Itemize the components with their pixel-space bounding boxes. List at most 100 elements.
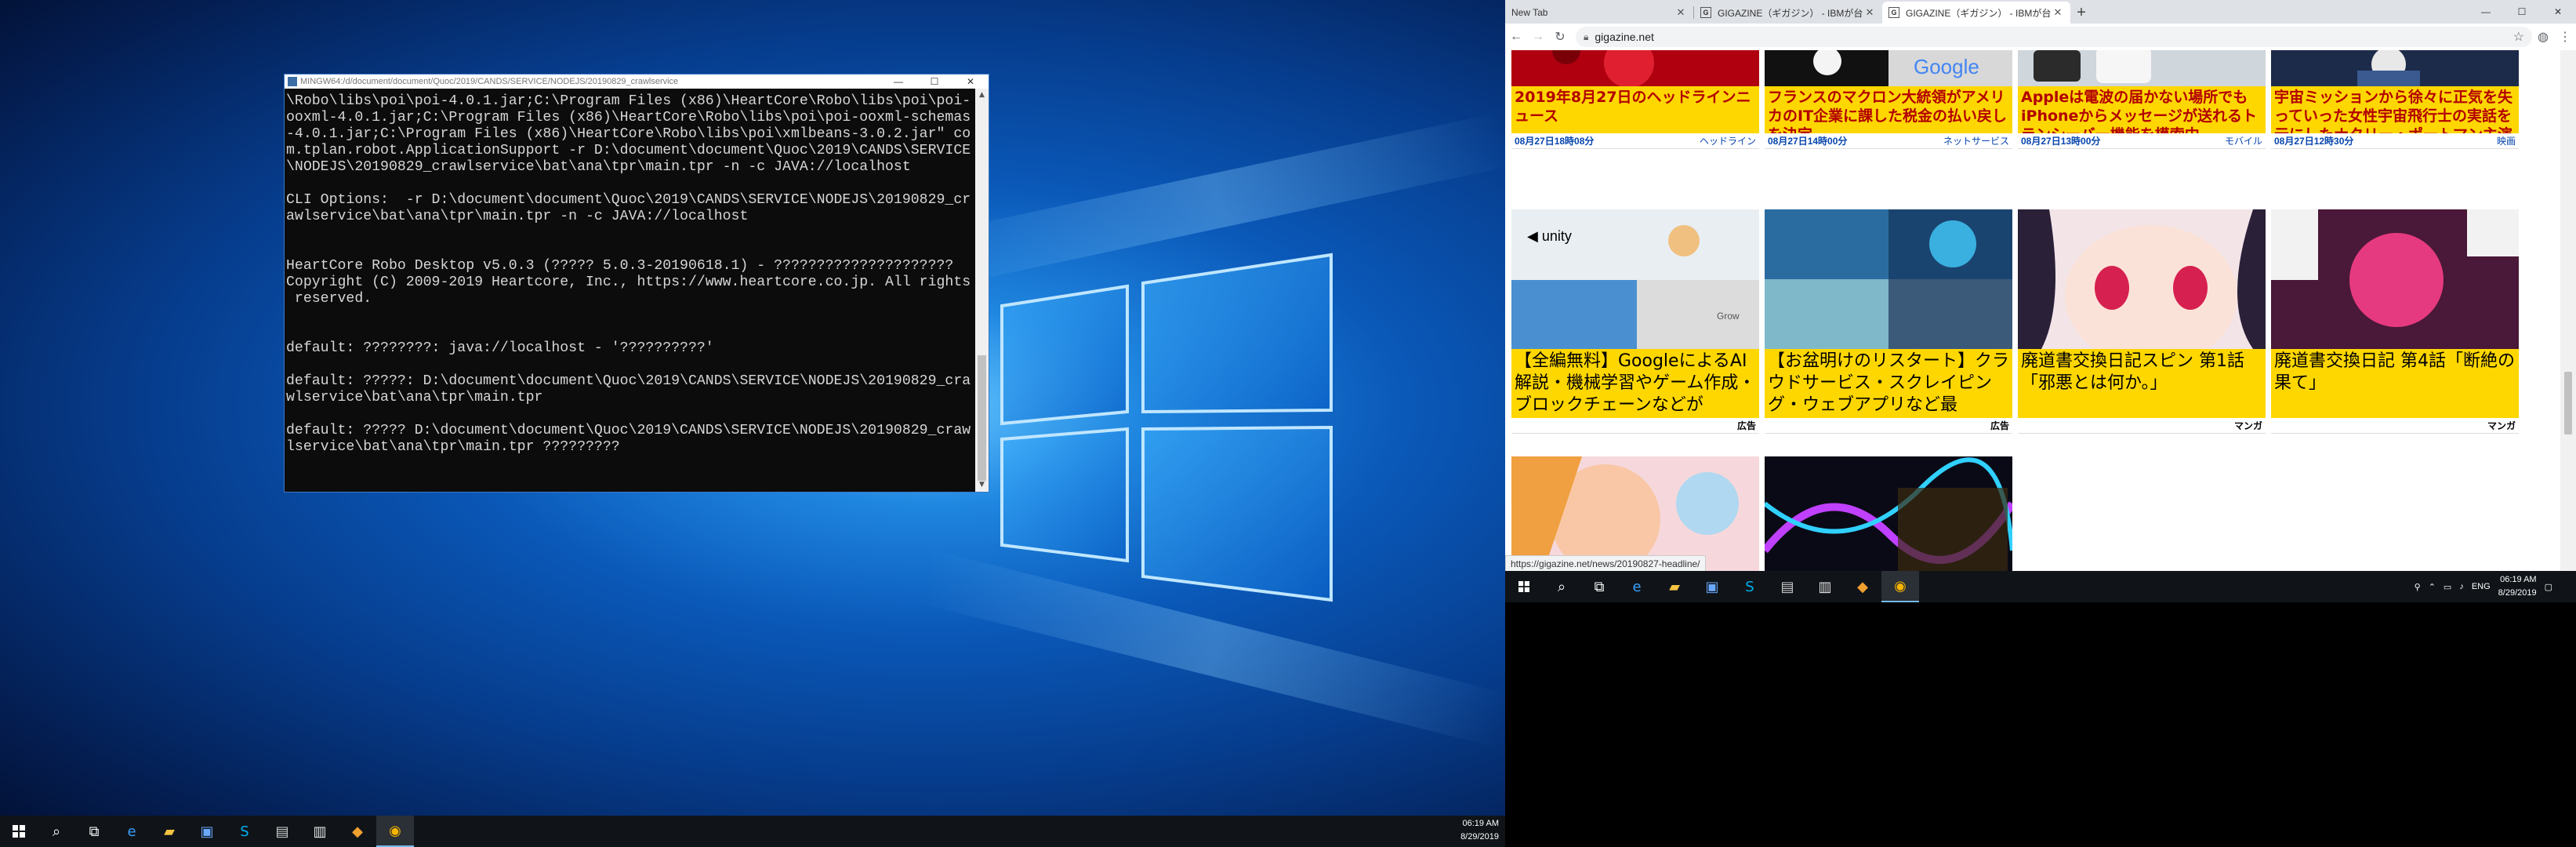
file-explorer-icon[interactable]: ▰ xyxy=(151,816,188,847)
article-card[interactable]: 2019年8月27日のヘッドラインニュース 08月27日18時08分 ヘッドライ… xyxy=(1511,50,1759,185)
taskbar-clock[interactable]: 06:19 AM 8/29/2019 xyxy=(1460,817,1499,844)
article-date: 08月27日13時00分 xyxy=(2021,136,2101,147)
browser-window[interactable]: New Tab ✕ G GIGAZINE（ギガジン） - IBMが台 ✕ G G… xyxy=(1505,0,2576,571)
file-explorer-icon[interactable]: ▰ xyxy=(1656,571,1693,602)
article-title[interactable]: 2019年8月27日のヘッドラインニュース xyxy=(1511,86,1759,133)
article-title[interactable]: フランスのマクロン大統領がアメリカのIT企業に課した税金の払い戻しを決定 xyxy=(1765,86,2012,133)
input-language[interactable]: ENG xyxy=(2472,582,2491,591)
close-button[interactable]: ✕ xyxy=(2540,0,2576,24)
article-category[interactable]: ヘッドライン xyxy=(1700,134,1756,147)
sourcetree-icon[interactable]: ◆ xyxy=(339,816,376,847)
left-desktop: MINGW64:/d/document/document/Quoc/2019/C… xyxy=(0,0,1505,847)
article-category[interactable]: 広告 xyxy=(1737,419,1756,432)
address-bar[interactable]: 🔒︎ gigazine.net ☆ xyxy=(1576,27,2532,47)
article-category[interactable]: マンガ xyxy=(2487,419,2516,432)
article-title[interactable]: 【お盆明けのリスタート】クラウドサービス・スクレイピング・ウェブアプリなど最 xyxy=(1765,349,2012,418)
url-text: gigazine.net xyxy=(1595,31,1654,43)
maximize-button[interactable]: ☐ xyxy=(2504,0,2540,24)
network-icon[interactable]: ▭ xyxy=(2444,582,2451,592)
app-icon[interactable]: ▣ xyxy=(188,816,226,847)
article-card[interactable]: 廃道書交換日記 第4話「断絶の果て」 マンガ xyxy=(2271,209,2519,437)
terminal-window[interactable]: MINGW64:/d/document/document/Quoc/2019/C… xyxy=(284,74,989,493)
task-view-icon[interactable]: ⧉ xyxy=(1580,571,1618,602)
article-card[interactable]: 廃道書交換日記スピン 第1話「邪悪とは何か。」 マンガ xyxy=(2018,209,2266,437)
account-icon[interactable]: ◍ xyxy=(2532,29,2554,45)
tab-gigazine-active[interactable]: G GIGAZINE（ギガジン） - IBMが台 ✕ xyxy=(1882,2,2070,24)
edge-icon[interactable]: e xyxy=(1618,571,1656,602)
tab-label: GIGAZINE（ギガジン） - IBMが台 xyxy=(1906,7,2052,19)
minimize-button[interactable]: — xyxy=(880,75,916,89)
minimize-button[interactable]: — xyxy=(2468,0,2504,24)
notification-icon[interactable]: ▢ xyxy=(2545,582,2552,592)
back-icon[interactable]: ← xyxy=(1505,30,1527,44)
task-view-icon[interactable]: ⧉ xyxy=(75,816,113,847)
article-category[interactable]: モバイル xyxy=(2225,134,2262,147)
taskbar-clock[interactable]: 06:19 AM 8/29/2019 xyxy=(2498,573,2537,600)
tab-gigazine[interactable]: G GIGAZINE（ギガジン） - IBMが台 ✕ xyxy=(1694,2,1882,24)
app-icon[interactable]: ▤ xyxy=(1769,571,1806,602)
search-icon[interactable]: ⌕ xyxy=(38,816,75,847)
edge-icon[interactable]: e xyxy=(113,816,151,847)
tab-new-tab[interactable]: New Tab ✕ xyxy=(1505,2,1693,24)
scroll-thumb[interactable] xyxy=(2564,372,2572,434)
start-button[interactable] xyxy=(0,816,38,847)
terminal-scrollbar[interactable]: ▲ ▼ xyxy=(975,89,989,492)
article-title[interactable]: 廃道書交換日記スピン 第1話「邪悪とは何か。」 xyxy=(2018,349,2266,418)
article-title[interactable]: 【全編無料】GoogleによるAI解説・機械学習やゲーム作成・ブロックチェーンな… xyxy=(1511,349,1759,418)
article-category[interactable]: マンガ xyxy=(2234,419,2262,432)
article-card[interactable]: Google フランスのマクロン大統領がアメリカのIT企業に課した税金の払い戻し… xyxy=(1765,50,2012,185)
article-card[interactable]: Appleは電波の届かない場所でもiPhoneからメッセージが送れるトランシーバ… xyxy=(2018,50,2266,185)
windows-logo xyxy=(1000,253,1333,602)
menu-icon[interactable]: ⋮ xyxy=(2554,29,2576,45)
article-card[interactable]: 宇宙ミッションから徐々に正気を失っていった女性宇宙飛行士の実話を元にしたナタリー… xyxy=(2271,50,2519,185)
svg-text:◀ unity: ◀ unity xyxy=(1527,228,1572,244)
close-tab-icon[interactable]: ✕ xyxy=(2052,6,2064,19)
app-icon[interactable]: ▣ xyxy=(1693,571,1731,602)
article-category[interactable]: 広告 xyxy=(1990,419,2009,432)
terminal-line: \NODEJS\20190829_crawlservice\bat\ana\tp… xyxy=(286,159,911,175)
scroll-thumb[interactable] xyxy=(978,355,986,481)
tab-strip: New Tab ✕ G GIGAZINE（ギガジン） - IBMが台 ✕ G G… xyxy=(1505,0,2576,24)
new-tab-button[interactable]: + xyxy=(2070,2,2092,24)
article-category[interactable]: ネットサービス xyxy=(1943,134,2009,147)
scroll-up-icon[interactable]: ▲ xyxy=(975,89,989,102)
search-icon[interactable]: ⌕ xyxy=(1543,571,1580,602)
people-icon[interactable]: ⚲ xyxy=(2415,582,2421,592)
article-title[interactable]: Appleは電波の届かない場所でもiPhoneからメッセージが送れるトランシーバ… xyxy=(2018,86,2266,133)
maximize-button[interactable]: ☐ xyxy=(916,75,952,89)
start-button[interactable] xyxy=(1505,571,1543,602)
chrome-icon[interactable]: ◉ xyxy=(376,816,414,847)
ad-card[interactable]: ◀ unity Grow 【全編無料】GoogleによるAI解説・機械学習やゲーム… xyxy=(1511,209,1759,437)
close-tab-icon[interactable]: ✕ xyxy=(1674,6,1687,19)
skype-icon[interactable]: S xyxy=(1731,571,1769,602)
sourcetree-icon[interactable]: ◆ xyxy=(1844,571,1881,602)
terminal-output[interactable]: \Robo\libs\poi\poi-4.0.1.jar;C:\Program … xyxy=(285,89,975,492)
reload-icon[interactable]: ↻ xyxy=(1549,29,1571,45)
article-category[interactable]: 映画 xyxy=(2497,134,2516,147)
show-hidden-icons-chevron-icon[interactable]: ⌃ xyxy=(2429,582,2436,592)
notepad-icon[interactable]: ▥ xyxy=(1806,571,1844,602)
lock-icon[interactable]: 🔒︎ xyxy=(1584,31,1588,43)
clock-date: 8/29/2019 xyxy=(1460,832,1499,842)
page-content[interactable]: 2019年8月27日のヘッドラインニュース 08月27日18時08分 ヘッドライ… xyxy=(1505,50,2560,571)
article-thumbnail[interactable] xyxy=(1765,456,2012,571)
browser-toolbar: ← → ↻ 🔒︎ gigazine.net ☆ ◍ ⋮ xyxy=(1505,24,2576,51)
app-icon[interactable]: ▤ xyxy=(263,816,301,847)
article-thumbnail[interactable] xyxy=(1511,456,1759,571)
page-scrollbar[interactable] xyxy=(2560,50,2576,571)
ad-card[interactable]: 【お盆明けのリスタート】クラウドサービス・スクレイピング・ウェブアプリなど最 広… xyxy=(1765,209,2012,437)
volume-icon[interactable]: ♪ xyxy=(2459,582,2464,591)
terminal-titlebar[interactable]: MINGW64:/d/document/document/Quoc/2019/C… xyxy=(285,75,989,89)
scroll-down-icon[interactable]: ▼ xyxy=(975,478,989,492)
notepad-icon[interactable]: ▥ xyxy=(301,816,339,847)
skype-icon[interactable]: S xyxy=(226,816,263,847)
close-button[interactable]: ✕ xyxy=(952,75,989,89)
article-title[interactable]: 宇宙ミッションから徐々に正気を失っていった女性宇宙飛行士の実話を元にしたナタリー… xyxy=(2271,86,2519,133)
bookmark-star-icon[interactable]: ☆ xyxy=(2513,29,2524,45)
clock-time: 06:19 AM xyxy=(2500,575,2537,584)
terminal-line: wlservice\bat\ana\tpr\main.tpr xyxy=(286,390,543,405)
forward-icon[interactable]: → xyxy=(1527,30,1549,44)
chrome-icon[interactable]: ◉ xyxy=(1881,571,1919,602)
close-tab-icon[interactable]: ✕ xyxy=(1863,6,1876,19)
article-title[interactable]: 廃道書交換日記 第4話「断絶の果て」 xyxy=(2271,349,2519,418)
